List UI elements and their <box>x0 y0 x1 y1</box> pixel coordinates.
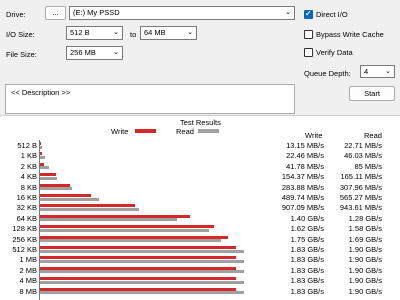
verify-data-checkbox[interactable] <box>304 48 313 57</box>
write-column-header: Write <box>305 131 323 140</box>
read-value: 943.61 MB/s <box>339 203 382 213</box>
queue-depth-value: 4 <box>364 67 369 76</box>
write-value: 41.78 MB/s <box>286 161 324 171</box>
read-bar <box>40 228 210 232</box>
io-size-row-label: 4 MB <box>19 276 37 286</box>
file-size-label: File Size: <box>6 50 37 59</box>
legend-read-swatch <box>198 129 219 133</box>
drive-select[interactable]: (E:) My PSSD ⌄ <box>69 6 295 20</box>
direct-io-label: Direct I/O <box>316 10 348 19</box>
read-value: 85 MB/s <box>354 161 382 171</box>
read-bar <box>40 145 43 149</box>
read-bar <box>40 155 45 159</box>
read-value: 1.69 GB/s <box>348 234 382 244</box>
io-size-row-label: 128 KB <box>12 224 37 234</box>
read-value: 565.27 MB/s <box>339 193 382 202</box>
io-size-row-label: 32 KB <box>16 203 37 213</box>
chevron-down-icon: ⌄ <box>385 68 391 75</box>
write-value: 1.75 GB/s <box>290 234 324 244</box>
chevron-down-icon: ⌄ <box>113 29 119 36</box>
legend-write-swatch <box>135 129 156 133</box>
write-value: 489.74 MB/s <box>281 193 324 202</box>
io-size-to-value: 64 MB <box>144 28 166 37</box>
read-bar <box>40 291 244 295</box>
read-value: 46.03 MB/s <box>344 151 382 161</box>
read-bar <box>40 197 100 201</box>
queue-depth-select[interactable]: 4 ⌄ <box>360 65 395 78</box>
browse-button[interactable]: ... <box>45 6 66 20</box>
read-value: 1.90 GB/s <box>348 265 382 275</box>
read-bar <box>40 280 244 284</box>
description-box[interactable]: << Description >> <box>5 84 295 114</box>
bypass-write-cache-checkbox[interactable] <box>304 30 313 39</box>
read-value: 307.96 MB/s <box>339 182 382 192</box>
write-value: 1.83 GB/s <box>290 276 324 286</box>
read-bar <box>40 270 244 274</box>
io-size-row-label: 1 MB <box>19 255 37 265</box>
legend-write-label: Write <box>111 127 129 136</box>
write-value: 154.37 MB/s <box>281 172 324 182</box>
read-value: 1.90 GB/s <box>348 286 382 296</box>
read-bar <box>40 166 49 170</box>
read-bar <box>40 259 244 263</box>
read-bar <box>40 218 178 222</box>
write-value: 1.62 GB/s <box>290 224 324 234</box>
read-value: 165.11 MB/s <box>340 172 382 182</box>
read-value: 1.90 GB/s <box>348 255 382 265</box>
read-value: 22.71 MB/s <box>344 141 382 150</box>
write-value: 1.83 GB/s <box>290 245 324 254</box>
write-value: 1.83 GB/s <box>290 255 324 265</box>
description-text: << Description >> <box>11 88 71 97</box>
io-size-row-label: 4 KB <box>20 172 37 182</box>
read-bar <box>40 249 244 253</box>
read-bar <box>40 176 58 180</box>
io-size-row-label: 512 B <box>17 141 37 150</box>
read-column-header: Read <box>364 131 382 140</box>
write-value: 283.88 MB/s <box>281 182 324 192</box>
io-size-row-label: 2 MB <box>19 265 37 275</box>
write-value: 13.15 MB/s <box>286 141 324 150</box>
io-size-row-label: 8 MB <box>19 286 37 296</box>
bypass-write-cache-label: Bypass Write Cache <box>316 30 384 39</box>
io-size-from-select[interactable]: 512 B ⌄ <box>66 26 123 40</box>
queue-depth-label: Queue Depth: <box>304 69 351 78</box>
drive-select-value: (E:) My PSSD <box>73 8 120 17</box>
read-bar <box>40 239 222 243</box>
results-title: Test Results <box>180 118 221 127</box>
io-size-row-label: 2 KB <box>20 161 37 171</box>
chevron-down-icon: ⌄ <box>187 29 193 36</box>
write-value: 907.09 MB/s <box>281 203 324 213</box>
io-size-row-label: 8 KB <box>20 182 37 192</box>
read-value: 1.90 GB/s <box>348 276 382 286</box>
io-size-from-value: 512 B <box>70 28 90 37</box>
start-button[interactable]: Start <box>349 86 395 101</box>
read-value: 1.58 GB/s <box>348 224 382 234</box>
io-size-row-label: 256 KB <box>12 234 37 244</box>
file-size-select[interactable]: 256 MB ⌄ <box>66 46 123 60</box>
chevron-down-icon: ⌄ <box>285 9 291 16</box>
write-value: 1.40 GB/s <box>290 213 324 223</box>
verify-data-label: Verify Data <box>316 48 353 57</box>
read-value: 1.28 GB/s <box>348 213 382 223</box>
write-value: 22.46 MB/s <box>286 151 324 161</box>
drive-label: Drive: <box>6 10 26 19</box>
io-size-row-label: 1 KB <box>20 151 37 161</box>
read-bar <box>40 207 139 211</box>
read-bar <box>40 187 73 191</box>
io-size-label: I/O Size: <box>6 30 35 39</box>
io-size-to-select[interactable]: 64 MB ⌄ <box>140 26 197 40</box>
read-value: 1.90 GB/s <box>348 245 382 254</box>
io-size-row-label: 16 KB <box>16 193 37 202</box>
legend-read-label: Read <box>176 127 194 136</box>
write-value: 1.83 GB/s <box>290 265 324 275</box>
io-size-row-label: 64 KB <box>16 213 37 223</box>
io-to-label: to <box>130 30 137 39</box>
write-value: 1.83 GB/s <box>290 286 324 296</box>
direct-io-checkbox[interactable] <box>304 9 313 19</box>
io-size-row-label: 512 KB <box>12 245 37 254</box>
chevron-down-icon: ⌄ <box>113 49 119 56</box>
file-size-value: 256 MB <box>70 48 96 57</box>
